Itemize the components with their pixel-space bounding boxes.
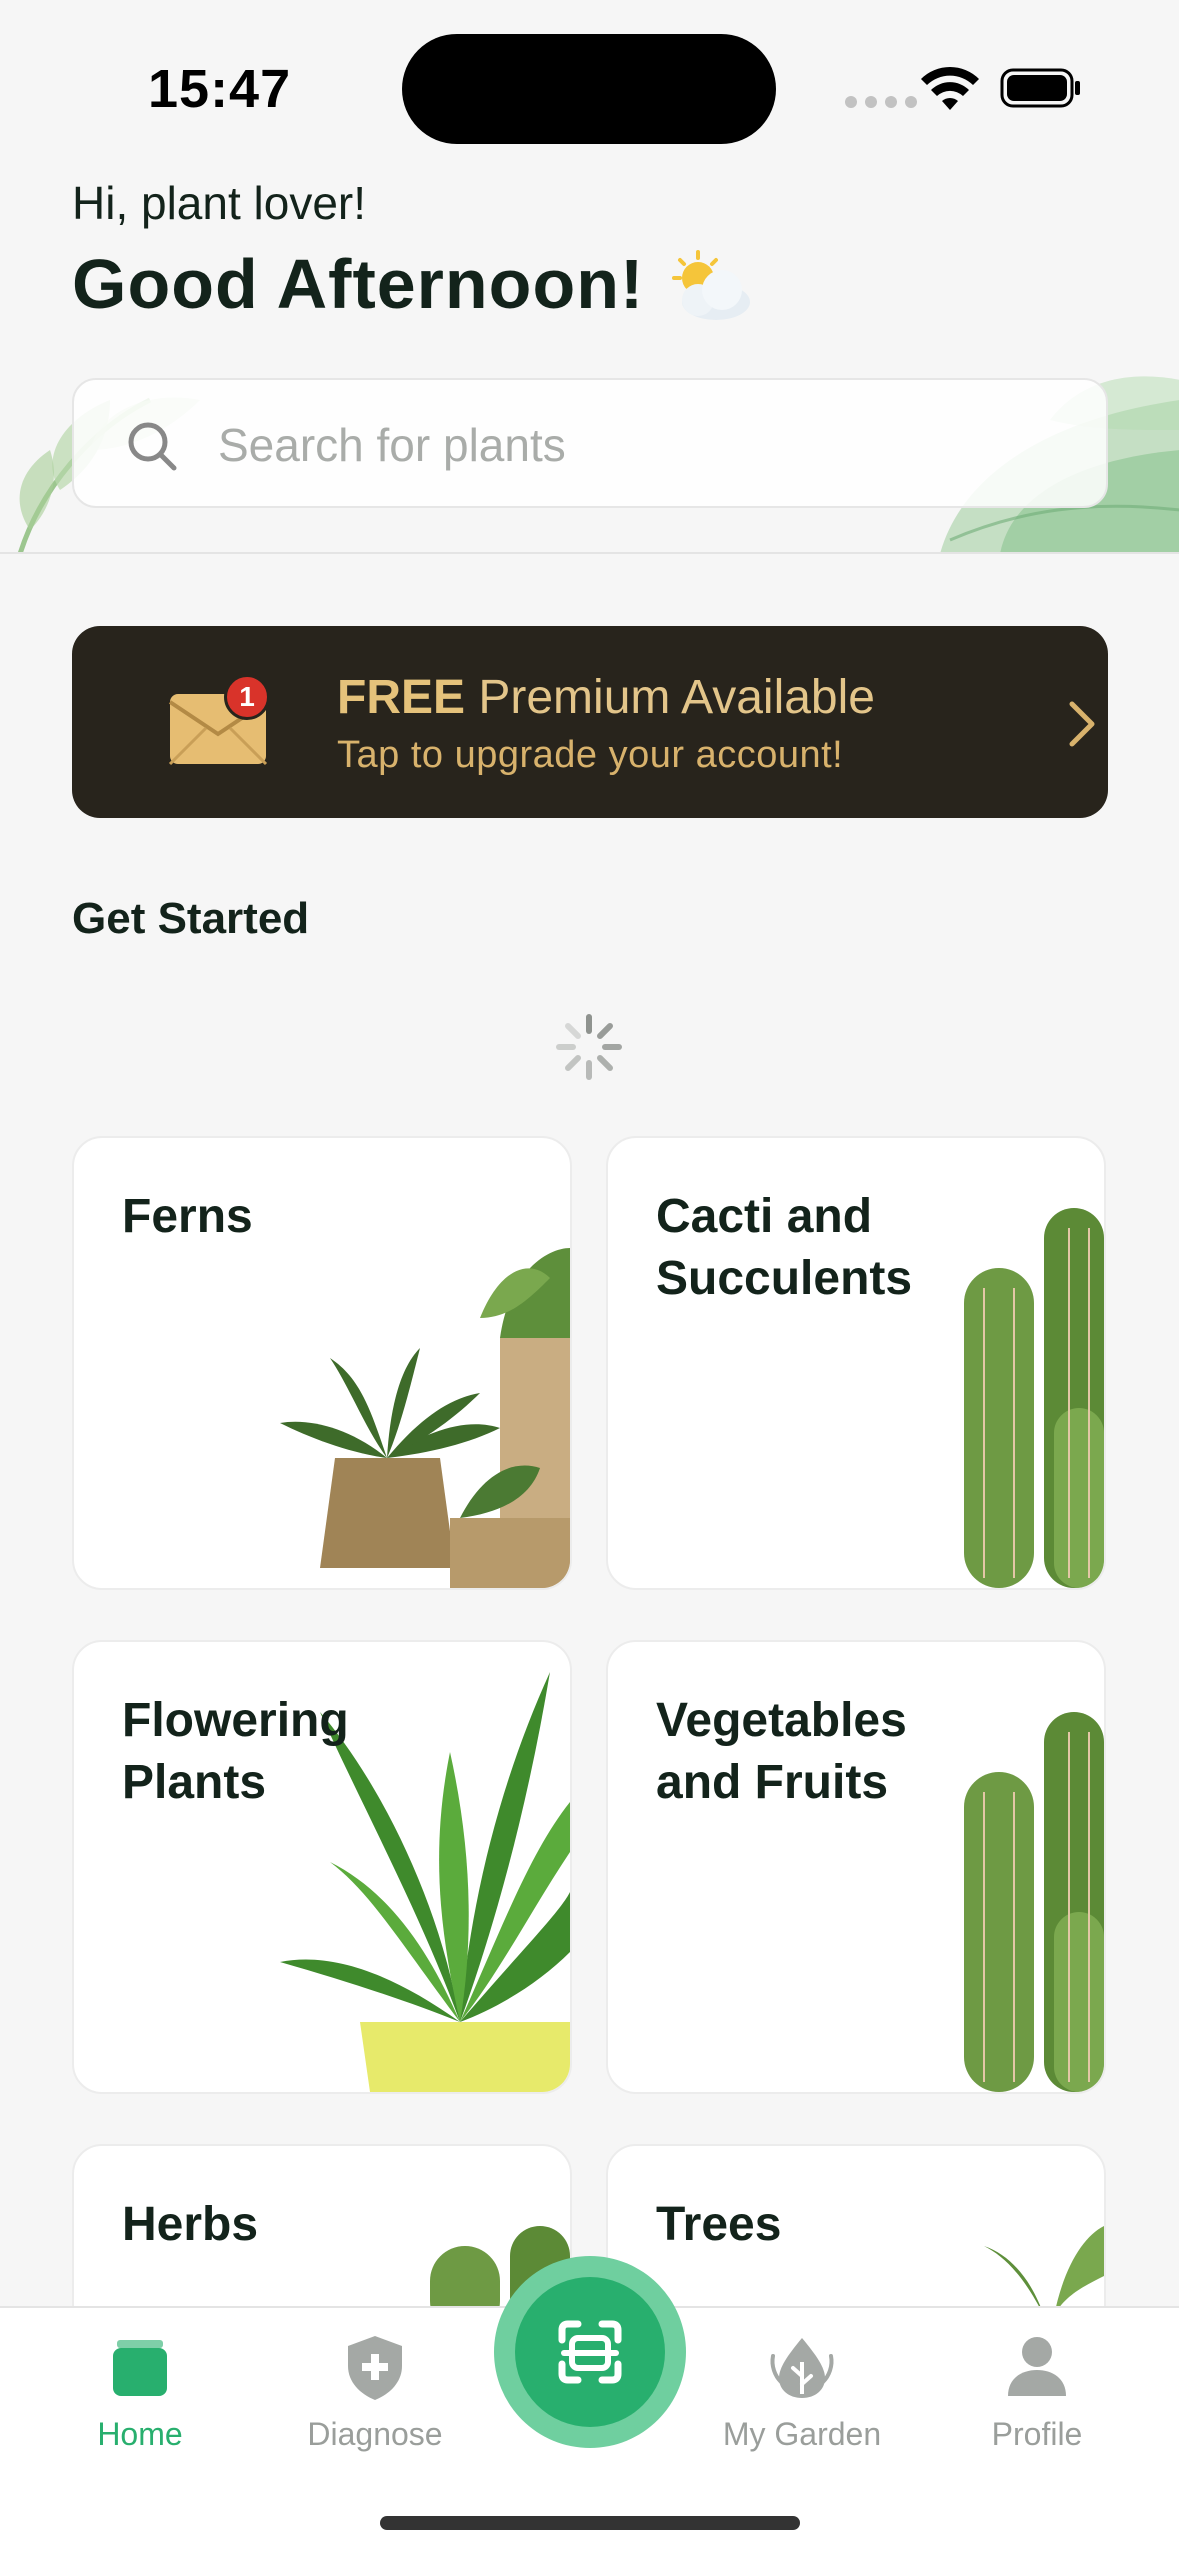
dynamic-island <box>402 34 776 144</box>
scan-button[interactable] <box>494 2256 686 2448</box>
header: Hi, plant lover! Good Afternoon! Search … <box>0 170 1179 554</box>
tab-label: Home <box>97 2416 183 2452</box>
sun-behind-cloud-icon <box>672 250 750 320</box>
tab-label: Diagnose <box>307 2416 443 2452</box>
category-card-cacti-succulents[interactable]: Cacti and Succulents <box>606 1136 1106 1590</box>
loading-spinner-icon <box>556 1014 622 1080</box>
search-icon <box>128 422 177 471</box>
category-card-vegetables-fruits[interactable]: Vegetables and Fruits <box>606 1640 1106 2094</box>
category-label: Ferns <box>122 1190 253 1243</box>
category-card-ferns[interactable]: Ferns <box>72 1136 572 1590</box>
home-indicator[interactable] <box>380 2516 800 2530</box>
premium-promo-banner[interactable]: 1 FREE Premium Available Tap to upgrade … <box>72 626 1108 818</box>
search-placeholder: Search for plants <box>218 419 566 471</box>
shield-plus-icon <box>348 2336 402 2400</box>
scan-icon <box>558 2320 622 2384</box>
promo-subtitle: Tap to upgrade your account! <box>337 734 844 776</box>
cellular-signal-icon <box>845 96 917 108</box>
tab-home[interactable]: Home <box>40 2332 240 2453</box>
greeting-title: Good Afternoon! <box>72 245 645 323</box>
tab-diagnose[interactable]: Diagnose <box>275 2332 475 2453</box>
chevron-right-icon <box>1069 701 1095 747</box>
greeting-subtitle: Hi, plant lover! <box>72 177 367 229</box>
fern-plant-image <box>280 1248 570 1588</box>
fern-plant-image <box>984 2226 1104 2316</box>
category-label: Vegetables and Fruits <box>656 1694 907 1809</box>
section-title-get-started: Get Started <box>72 894 310 943</box>
tab-my-garden[interactable]: My Garden <box>702 2332 902 2453</box>
leaf-drop-icon <box>770 2338 834 2398</box>
tab-profile[interactable]: Profile <box>937 2332 1137 2453</box>
promo-title: FREE Premium Available <box>337 671 875 724</box>
person-icon <box>1008 2337 1066 2396</box>
status-bar: 15:47 <box>0 0 1179 170</box>
wifi-icon <box>921 66 979 110</box>
search-input[interactable]: Search for plants <box>72 378 1108 508</box>
tab-label: Profile <box>991 2416 1083 2452</box>
category-card-flowering-plants[interactable]: Flowering Plants <box>72 1640 572 2094</box>
category-label: Flowering Plants <box>122 1694 349 1809</box>
category-label: Cacti and Succulents <box>656 1190 913 1305</box>
category-label: Herbs <box>122 2198 259 2251</box>
status-time: 15:47 <box>148 59 292 119</box>
home-icon <box>113 2340 167 2396</box>
category-label: Trees <box>656 2198 782 2251</box>
battery-icon <box>1000 68 1080 108</box>
notification-badge: 1 <box>224 674 270 720</box>
tab-label: My Garden <box>722 2416 882 2452</box>
